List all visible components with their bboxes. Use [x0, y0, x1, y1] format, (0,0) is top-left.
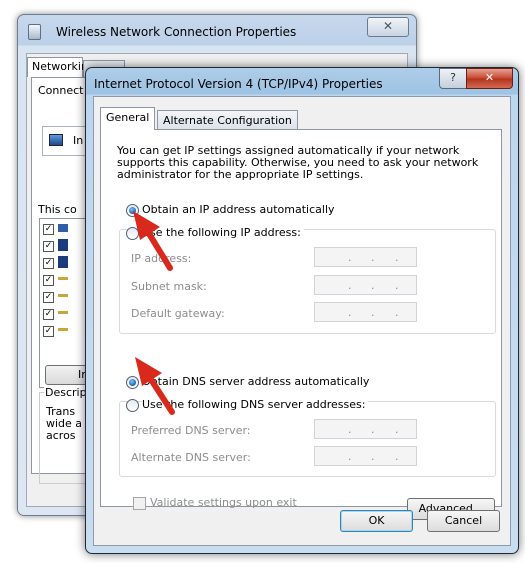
protocol-icon: [58, 294, 68, 297]
default-gateway-input[interactable]: ...: [314, 302, 417, 322]
network-icon: [58, 239, 68, 251]
adapter-name: In: [73, 134, 84, 147]
description-label: Descrip: [44, 386, 88, 399]
item-checkbox[interactable]: ✓: [43, 224, 54, 235]
ok-button[interactable]: OK: [340, 510, 413, 532]
subnet-mask-input[interactable]: ...: [314, 275, 417, 295]
ip-dot: .: [371, 251, 375, 264]
protocol-icon: [58, 277, 68, 280]
ip-dot: .: [371, 279, 375, 292]
ip-dot: .: [395, 423, 399, 436]
dialog-body: General Alternate Configuration You can …: [93, 96, 511, 546]
ip-dot: .: [395, 251, 399, 264]
ip-dot: .: [348, 423, 352, 436]
close-button[interactable]: ✕: [367, 17, 409, 37]
preferred-dns-label: Preferred DNS server:: [131, 424, 251, 437]
use-dns-radio[interactable]: [126, 399, 139, 412]
help-button[interactable]: ?: [439, 68, 467, 89]
adapter-icon: [49, 134, 63, 146]
protocol-icon: [58, 311, 68, 314]
item-checkbox[interactable]: ✓: [43, 309, 54, 320]
ip-dot: .: [395, 306, 399, 319]
item-checkbox[interactable]: ✓: [43, 275, 54, 286]
item-checkbox[interactable]: ✓: [43, 292, 54, 303]
use-ip-radio[interactable]: [126, 227, 139, 240]
window-title: Wireless Network Connection Properties: [56, 25, 297, 39]
ipv4-properties-dialog: Internet Protocol Version 4 (TCP/IPv4) P…: [85, 67, 519, 554]
protocol-icon: [58, 328, 68, 331]
network-adapter-icon: [28, 24, 41, 40]
use-ip-label[interactable]: Use the following IP address:: [142, 226, 304, 239]
tab-general[interactable]: General: [100, 107, 156, 130]
ip-dot: .: [371, 423, 375, 436]
obtain-dns-label[interactable]: Obtain DNS server address automatically: [142, 375, 369, 388]
tab-networking[interactable]: Networking: [27, 57, 95, 77]
item-checkbox[interactable]: ✓: [43, 326, 54, 337]
network-icon: [58, 256, 68, 268]
client-icon: [58, 224, 68, 232]
ip-dot: .: [395, 279, 399, 292]
static-dns-group: [119, 401, 496, 477]
description-text: You can get IP settings assigned automat…: [117, 144, 479, 181]
alternate-dns-label: Alternate DNS server:: [131, 451, 251, 464]
ip-dot: .: [395, 450, 399, 463]
general-panel: You can get IP settings assigned automat…: [100, 129, 502, 520]
item-checkbox[interactable]: ✓: [43, 241, 54, 252]
cancel-button[interactable]: Cancel: [427, 510, 500, 532]
connect-label: Connect: [38, 84, 84, 97]
ip-dot: .: [348, 450, 352, 463]
description-line: acros: [46, 429, 76, 442]
use-dns-label[interactable]: Use the following DNS server addresses:: [142, 398, 369, 411]
ip-address-label: IP address:: [131, 252, 192, 265]
ip-dot: .: [348, 279, 352, 292]
obtain-ip-label[interactable]: Obtain an IP address automatically: [142, 203, 335, 216]
this-connection-label: This co: [38, 203, 77, 216]
alternate-dns-input[interactable]: ...: [314, 446, 417, 466]
obtain-ip-radio[interactable]: [126, 204, 139, 217]
default-gateway-label: Default gateway:: [131, 307, 225, 320]
close-button[interactable]: ✕: [466, 68, 513, 89]
ip-address-input[interactable]: ...: [314, 247, 417, 267]
tab-alternate-configuration[interactable]: Alternate Configuration: [157, 110, 298, 129]
item-checkbox[interactable]: ✓: [43, 258, 54, 269]
obtain-dns-radio[interactable]: [126, 376, 139, 389]
ip-dot: .: [348, 306, 352, 319]
ip-dot: .: [371, 306, 375, 319]
validate-label: Validate settings upon exit: [150, 496, 297, 509]
dialog-title: Internet Protocol Version 4 (TCP/IPv4) P…: [94, 77, 383, 91]
preferred-dns-input[interactable]: ...: [314, 419, 417, 439]
ip-dot: .: [348, 251, 352, 264]
subnet-mask-label: Subnet mask:: [131, 280, 207, 293]
validate-checkbox[interactable]: [133, 497, 146, 510]
ip-dot: .: [371, 450, 375, 463]
